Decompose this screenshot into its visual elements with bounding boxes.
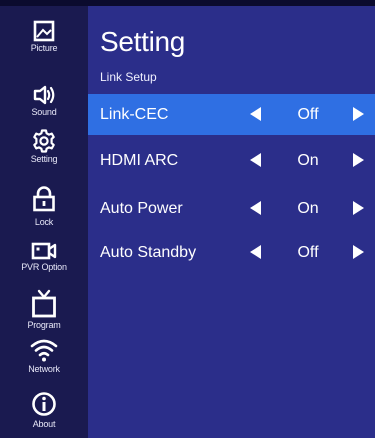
arrow-left-icon[interactable] <box>250 107 261 121</box>
arrow-right-icon[interactable] <box>353 201 364 215</box>
sidebar-item-label: Setting <box>30 154 58 164</box>
sidebar-item-label: Network <box>28 364 60 374</box>
picture-icon <box>33 20 55 42</box>
setting-value: On <box>297 200 319 217</box>
arrow-right-icon[interactable] <box>353 107 364 121</box>
sidebar-item-label: Sound <box>31 107 57 117</box>
lock-icon <box>33 186 55 212</box>
sidebar-item-pvr-option[interactable]: PVR Option <box>0 241 88 295</box>
setting-label: Link-CEC <box>100 106 169 123</box>
setting-value: Off <box>297 244 319 261</box>
video-camera-icon <box>31 242 57 260</box>
settings-panel: Setting Link Setup Link-CEC Off HDMI ARC… <box>88 6 375 438</box>
sidebar-item-lock[interactable]: Lock <box>0 186 88 240</box>
sidebar-item-label: Lock <box>34 217 54 227</box>
gear-icon <box>33 129 55 153</box>
tv-icon <box>32 289 56 318</box>
setting-row-auto-standby[interactable]: Auto Standby Off <box>88 232 375 273</box>
setting-row-link-cec[interactable]: Link-CEC Off <box>88 94 375 135</box>
setting-label: Auto Power <box>100 200 183 217</box>
info-icon <box>32 392 56 416</box>
sidebar-item-setting[interactable]: Setting <box>0 129 88 183</box>
wifi-icon <box>30 339 58 362</box>
sidebar: Picture Sound Setting Lock PVR Option Pr… <box>0 6 88 438</box>
arrow-left-icon[interactable] <box>250 153 261 167</box>
sidebar-item-label: Picture <box>30 43 58 53</box>
setting-label: Auto Standby <box>100 244 197 261</box>
sidebar-item-network[interactable]: Network <box>0 337 88 391</box>
arrow-left-icon[interactable] <box>250 245 261 259</box>
sidebar-item-picture[interactable]: Picture <box>0 20 88 74</box>
sidebar-item-label: Program <box>27 320 61 330</box>
sidebar-item-about[interactable]: About <box>0 391 88 438</box>
setting-value: On <box>297 152 319 169</box>
section-subtitle: Link Setup <box>100 70 157 84</box>
sidebar-item-label: About <box>32 419 56 429</box>
arrow-right-icon[interactable] <box>353 245 364 259</box>
page-title: Setting <box>100 26 186 57</box>
speaker-icon <box>33 85 55 105</box>
sidebar-item-program[interactable]: Program <box>0 289 88 343</box>
setting-row-hdmi-arc[interactable]: HDMI ARC On <box>88 140 375 181</box>
setting-value: Off <box>297 106 319 123</box>
sidebar-item-label: PVR Option <box>21 262 67 272</box>
setting-row-auto-power[interactable]: Auto Power On <box>88 188 375 229</box>
arrow-right-icon[interactable] <box>353 153 364 167</box>
arrow-left-icon[interactable] <box>250 201 261 215</box>
setting-label: HDMI ARC <box>100 152 179 169</box>
